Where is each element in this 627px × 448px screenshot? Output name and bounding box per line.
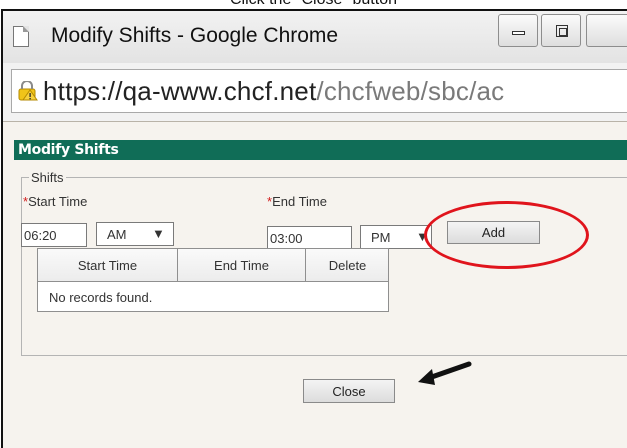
page-icon xyxy=(13,26,29,47)
window-close-button[interactable] xyxy=(586,14,627,47)
column-header-start-time[interactable]: Start Time xyxy=(38,249,178,282)
start-time-input[interactable]: 06:20 xyxy=(21,223,87,247)
column-header-delete[interactable]: Delete xyxy=(306,249,389,282)
page-content: Modify Shifts Shifts *Start Time *End Ti… xyxy=(3,121,627,448)
end-time-input[interactable]: 03:00 xyxy=(267,226,352,250)
end-ampm-select[interactable]: PM ▼ xyxy=(360,225,432,249)
address-bar-area: https://qa-www.chcf.net/chcfweb/sbc/ac xyxy=(3,63,627,121)
dialog-header: Modify Shifts xyxy=(14,140,627,160)
annotation-arrow-icon xyxy=(418,361,472,385)
empty-table-message: No records found. xyxy=(49,290,153,305)
minimize-icon xyxy=(512,31,525,35)
maximize-button[interactable] xyxy=(541,14,581,47)
dropdown-arrow-icon: ▼ xyxy=(152,226,165,241)
url-path: /chcfweb/sbc/ac xyxy=(316,76,505,106)
maximize-icon xyxy=(556,25,568,37)
url-text[interactable]: https://qa-www.chcf.net/chcfweb/sbc/ac xyxy=(43,76,504,107)
instruction-caption: Click the "Close" button xyxy=(0,0,627,9)
end-time-label-text: End Time xyxy=(272,194,327,209)
end-ampm-value: PM xyxy=(371,230,391,245)
window-title: Modify Shifts - Google Chrome xyxy=(51,24,339,47)
browser-window: Modify Shifts - Google Chrome https://qa… xyxy=(1,9,627,448)
start-ampm-select[interactable]: AM ▼ xyxy=(96,222,174,246)
annotation-highlight-ellipse xyxy=(424,201,589,269)
start-time-label: *Start Time xyxy=(23,194,87,209)
start-ampm-value: AM xyxy=(107,227,127,242)
minimize-button[interactable] xyxy=(498,14,538,47)
fieldset-legend: Shifts xyxy=(29,170,66,185)
close-button[interactable]: Close xyxy=(303,379,395,403)
start-time-label-text: Start Time xyxy=(28,194,88,209)
address-bar[interactable]: https://qa-www.chcf.net/chcfweb/sbc/ac xyxy=(11,69,627,113)
table-header: Start Time End Time Delete xyxy=(38,249,388,282)
end-time-label: *End Time xyxy=(267,194,327,209)
lock-warning-icon xyxy=(18,81,38,101)
column-header-end-time[interactable]: End Time xyxy=(178,249,306,282)
shifts-table: Start Time End Time Delete No records fo… xyxy=(37,248,389,312)
window-titlebar: Modify Shifts - Google Chrome xyxy=(3,11,627,63)
url-host: https://qa-www.chcf.net xyxy=(43,76,317,106)
dialog-title: Modify Shifts xyxy=(18,142,119,158)
